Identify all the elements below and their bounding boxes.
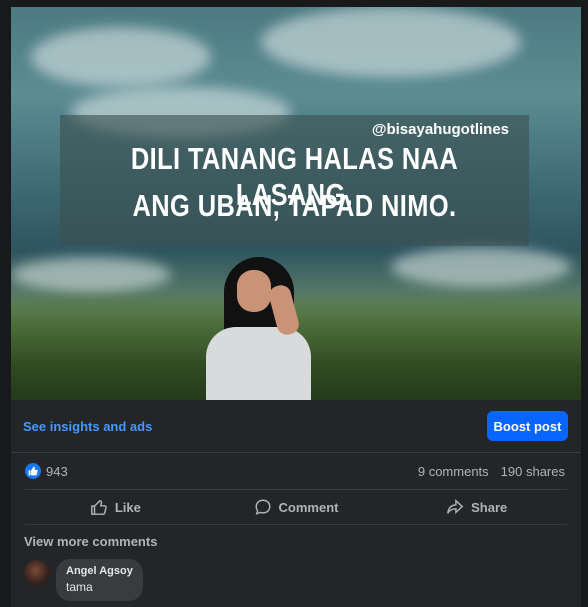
boost-post-button[interactable]: Boost post (487, 411, 568, 441)
comment-item: Angel Agsoy tama (11, 549, 581, 601)
shares-count[interactable]: 190 shares (501, 464, 565, 479)
photo-cloud (31, 27, 211, 87)
comment-bubble: Angel Agsoy tama (56, 559, 143, 601)
comment-button[interactable]: Comment (206, 490, 387, 524)
comment-icon (255, 499, 271, 515)
avatar[interactable] (24, 560, 50, 586)
comments-count[interactable]: 9 comments (418, 464, 489, 479)
quote-overlay: @bisayahugotlines DILI TANANG HALAS NAA … (60, 115, 529, 246)
post-actions: Like Comment Share (25, 489, 567, 525)
comment-author[interactable]: Angel Agsoy (66, 565, 133, 577)
photo-cloud (261, 7, 521, 77)
comment-text: tama (66, 580, 93, 594)
thumbs-up-icon (90, 499, 107, 515)
like-reaction-icon (25, 463, 41, 479)
photo-person-shirt (206, 327, 311, 400)
comment-label: Comment (278, 499, 339, 515)
share-icon (447, 499, 464, 515)
post-card: @bisayahugotlines DILI TANANG HALAS NAA … (11, 7, 581, 607)
share-button[interactable]: Share (386, 490, 567, 524)
likes-count: 943 (46, 463, 68, 479)
quote-line-2: ANG UBAN, TAPAD NIMO. (132, 188, 457, 223)
like-label: Like (114, 499, 141, 515)
likes-summary[interactable]: 943 (25, 463, 68, 479)
post-photo[interactable]: @bisayahugotlines DILI TANANG HALAS NAA … (11, 7, 581, 400)
insights-row: See insights and ads Boost post (11, 400, 581, 453)
share-label: Share (471, 499, 508, 515)
reaction-stats: 943 9 comments 190 shares (11, 453, 581, 489)
photo-cloud (11, 257, 171, 292)
like-button[interactable]: Like (25, 490, 206, 524)
quote-handle: @bisayahugotlines (371, 121, 509, 138)
see-insights-link[interactable]: See insights and ads (23, 419, 152, 434)
view-more-comments[interactable]: View more comments (11, 525, 581, 549)
photo-person-face (237, 270, 271, 312)
photo-cloud (391, 247, 571, 287)
